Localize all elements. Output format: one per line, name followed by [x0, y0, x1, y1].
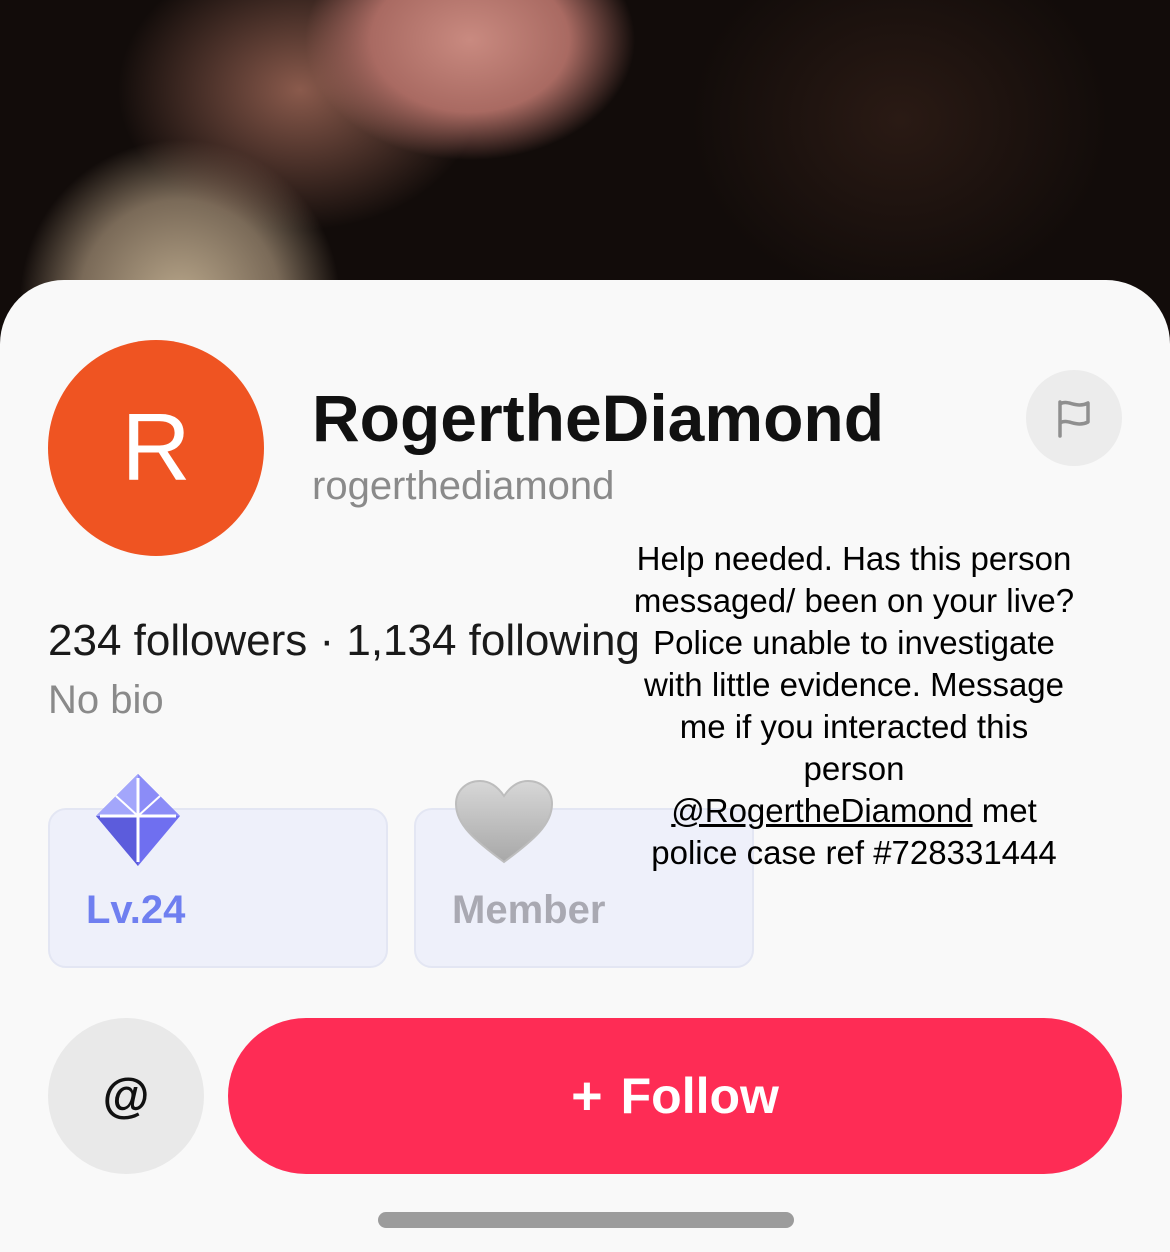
member-label: Member: [452, 888, 606, 932]
overlay-mention[interactable]: @RogertheDiamond: [671, 792, 972, 829]
avatar-letter: R: [121, 394, 191, 501]
display-name: RogertheDiamond: [312, 381, 885, 455]
level-label: Lv.24: [86, 888, 186, 932]
diamond-icon: [96, 774, 180, 866]
bio: No bio: [48, 678, 164, 722]
avatar[interactable]: R: [48, 340, 264, 556]
at-icon: @: [102, 1069, 150, 1123]
follow-stats[interactable]: 234 followers · 1,134 following: [48, 616, 640, 666]
mention-button[interactable]: @: [48, 1018, 204, 1174]
report-button[interactable]: [1026, 370, 1122, 466]
flag-icon: [1058, 400, 1090, 438]
follow-button[interactable]: + Follow: [228, 1018, 1122, 1174]
heart-icon: [454, 779, 554, 864]
overlay-message: Help needed. Has this person messaged/ b…: [633, 540, 1075, 787]
overlay-text: Help needed. Has this person messaged/ b…: [632, 538, 1076, 874]
plus-icon: +: [571, 1066, 603, 1126]
follow-label: Follow: [620, 1068, 779, 1124]
home-indicator[interactable]: [378, 1212, 794, 1228]
username: rogerthediamond: [312, 464, 615, 508]
